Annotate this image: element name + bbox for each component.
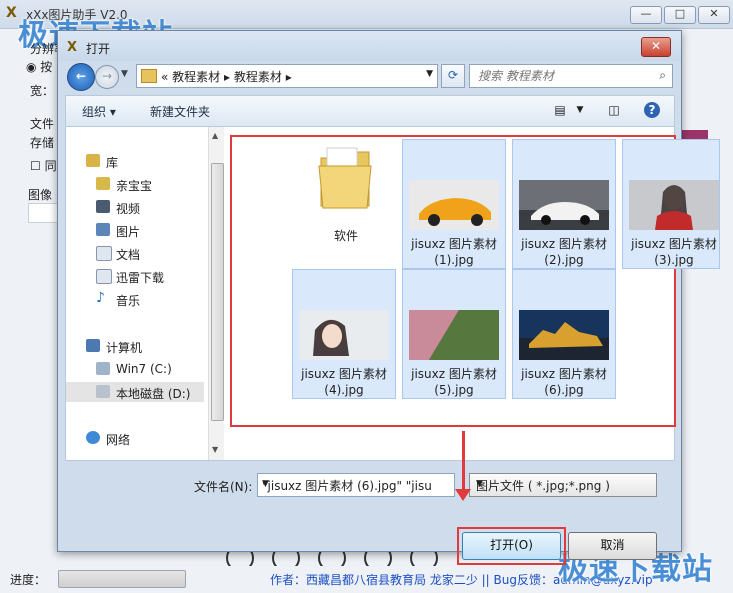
dialog-close-button[interactable]: ✕ — [641, 37, 671, 57]
file-name: jisuxz 图片素材 (1).jpg — [411, 237, 497, 267]
library-icon — [86, 154, 100, 167]
maximize-button[interactable]: □ — [664, 6, 696, 24]
download-folder-icon — [96, 269, 112, 284]
bg-checkbox-same[interactable]: ☐ 同 — [30, 157, 57, 174]
sidebar-item-library[interactable]: 亲宝宝 — [66, 174, 204, 194]
bg-label-storage: 存储 — [30, 136, 55, 150]
library-folder-icon — [96, 177, 110, 190]
file-name: jisuxz 图片素材 (3).jpg — [631, 237, 717, 267]
picture-icon — [96, 223, 110, 236]
refresh-icon[interactable]: ⟳ — [441, 64, 465, 88]
sidebar-item-network[interactable]: 网络 — [66, 428, 204, 448]
open-button[interactable]: 打开(O) — [462, 532, 561, 560]
file-browser: 库 亲宝宝 视频 图片 文档 迅雷下载 ♪ 音乐 计算机 Win7 (C:) 本… — [65, 126, 720, 461]
image-thumbnail — [629, 180, 719, 230]
dialog-footer: 文件名(N): "jisuxz 图片素材 (6).jpg" "jisuxz ▼ … — [58, 461, 681, 565]
cancel-button[interactable]: 取消 — [568, 532, 657, 560]
app-logo-icon: X — [67, 40, 78, 55]
file-tile-image[interactable]: jisuxz 图片素材 (6).jpg — [512, 269, 616, 399]
file-tile-image[interactable]: jisuxz 图片素材 (2).jpg — [512, 139, 616, 269]
file-name: jisuxz 图片素材 (6).jpg — [521, 367, 607, 397]
file-list: 软件 jisuxz 图片素材 (1).jpg jisuxz 图片素材 (2).j… — [224, 127, 720, 460]
open-file-dialog: X 打开 ✕ ← → ▼ « 教程素材 ▸ 教程素材 ▸ ▼ ⟳ ⌕ 组织 ▾ … — [57, 30, 720, 565]
bg-label-radio: ◉ 按 — [26, 60, 53, 74]
progress-bar — [58, 570, 186, 588]
filename-label: 文件名(N): — [194, 480, 253, 494]
dialog-toolbar: 组织 ▾ 新建文件夹 ▤ ▼ ◫ ? — [65, 95, 675, 127]
file-tile-folder[interactable]: 软件 — [294, 135, 398, 265]
document-icon — [96, 246, 112, 261]
navigation-pane: 库 亲宝宝 视频 图片 文档 迅雷下载 ♪ 音乐 计算机 Win7 (C:) 本… — [66, 127, 208, 460]
new-folder-button[interactable]: 新建文件夹 — [150, 103, 210, 120]
bg-label-width: 宽： — [30, 84, 55, 98]
image-thumbnail — [409, 180, 499, 230]
sidebar-item-videos[interactable]: 视频 — [66, 197, 204, 217]
image-thumbnail — [519, 310, 609, 360]
file-tile-image[interactable]: jisuxz 图片素材 (5).jpg — [402, 269, 506, 399]
bg-label-file: 文件 — [30, 117, 55, 131]
sidebar-item-downloads[interactable]: 迅雷下载 — [66, 266, 204, 286]
bg-label-image: 图像 — [28, 188, 53, 202]
bg-list-panel — [28, 203, 60, 223]
dialog-titlebar: X 打开 ✕ — [58, 31, 681, 61]
annotation-arrow-head — [455, 489, 471, 501]
search-icon: ⌕ — [659, 68, 666, 82]
computer-icon — [86, 339, 100, 352]
search-input[interactable] — [476, 68, 650, 84]
file-name: jisuxz 图片素材 (2).jpg — [521, 237, 607, 267]
chevron-down-icon[interactable]: ▼ — [572, 102, 588, 118]
breadcrumb: « 教程素材 ▸ 教程素材 ▸ — [161, 70, 292, 84]
sidebar-item-computer[interactable]: 计算机 — [66, 336, 204, 356]
chevron-down-icon[interactable]: ▼ — [262, 479, 432, 489]
drive-icon — [96, 385, 110, 398]
view-options-icon[interactable]: ▤ — [552, 102, 568, 118]
file-name: jisuxz 图片素材 (5).jpg — [411, 367, 497, 397]
scroll-up-icon[interactable]: ▲ — [212, 131, 218, 140]
file-tile-image[interactable]: jisuxz 图片素材 (4).jpg — [292, 269, 396, 399]
network-icon — [86, 431, 100, 444]
folder-icon — [141, 69, 157, 83]
folder-icon — [318, 147, 372, 209]
image-thumbnail — [409, 310, 499, 360]
sidebar-item-drive-c[interactable]: Win7 (C:) — [66, 359, 204, 379]
minimize-button[interactable]: — — [630, 6, 662, 24]
file-tile-image[interactable]: jisuxz 图片素材 (1).jpg — [402, 139, 506, 269]
scroll-down-icon[interactable]: ▼ — [212, 445, 218, 454]
image-thumbnail — [299, 310, 389, 360]
chevron-down-icon[interactable]: ▼ — [476, 479, 650, 489]
search-box[interactable]: ⌕ — [469, 64, 673, 88]
recent-locations-dropdown-icon[interactable]: ▼ — [121, 69, 128, 79]
address-bar[interactable]: « 教程素材 ▸ 教程素材 ▸ ▼ — [136, 64, 438, 88]
navigation-bar: ← → ▼ « 教程素材 ▸ 教程素材 ▸ ▼ ⟳ ⌕ — [65, 63, 673, 91]
progress-label: 进度： — [10, 573, 47, 587]
scrollbar-thumb[interactable] — [211, 163, 224, 421]
file-tile-image[interactable]: jisuxz 图片素材 (3).jpg — [622, 139, 720, 269]
sidebar-item-pictures[interactable]: 图片 — [66, 220, 204, 240]
breadcrumb-item[interactable]: 教程素材 — [234, 70, 282, 84]
sidebar-scrollbar[interactable]: ▲ ▼ — [208, 127, 224, 460]
video-icon — [96, 200, 110, 213]
filetype-select[interactable]: 图片文件 ( *.jpg;*.png ) ▼ — [469, 473, 657, 497]
image-thumbnail — [519, 180, 609, 230]
preview-pane-icon[interactable]: ◫ — [606, 102, 622, 118]
sidebar-item-music[interactable]: ♪ 音乐 — [66, 289, 204, 309]
annotation-arrow — [462, 431, 465, 495]
dialog-title: 打开 — [86, 42, 111, 56]
back-arrow-icon[interactable]: ← — [67, 63, 95, 91]
filename-input[interactable]: "jisuxz 图片素材 (6).jpg" "jisuxz ▼ — [257, 473, 455, 497]
file-name: jisuxz 图片素材 (4).jpg — [301, 367, 387, 397]
drive-icon — [96, 362, 110, 375]
forward-arrow-icon[interactable]: → — [95, 65, 119, 89]
help-icon[interactable]: ? — [644, 102, 660, 118]
sidebar-item-libraries[interactable]: 库 — [66, 151, 204, 171]
chevron-down-icon[interactable]: ▼ — [426, 69, 433, 79]
sidebar-item-drive-d[interactable]: 本地磁盘 (D:) — [66, 382, 204, 402]
music-icon: ♪ — [96, 290, 105, 306]
file-name: 软件 — [333, 229, 358, 243]
breadcrumb-item[interactable]: 教程素材 — [172, 70, 220, 84]
close-button[interactable]: ✕ — [698, 6, 730, 24]
sidebar-item-documents[interactable]: 文档 — [66, 243, 204, 263]
app-logo-icon: X — [6, 5, 17, 21]
organize-menu[interactable]: 组织 ▾ — [82, 103, 116, 120]
